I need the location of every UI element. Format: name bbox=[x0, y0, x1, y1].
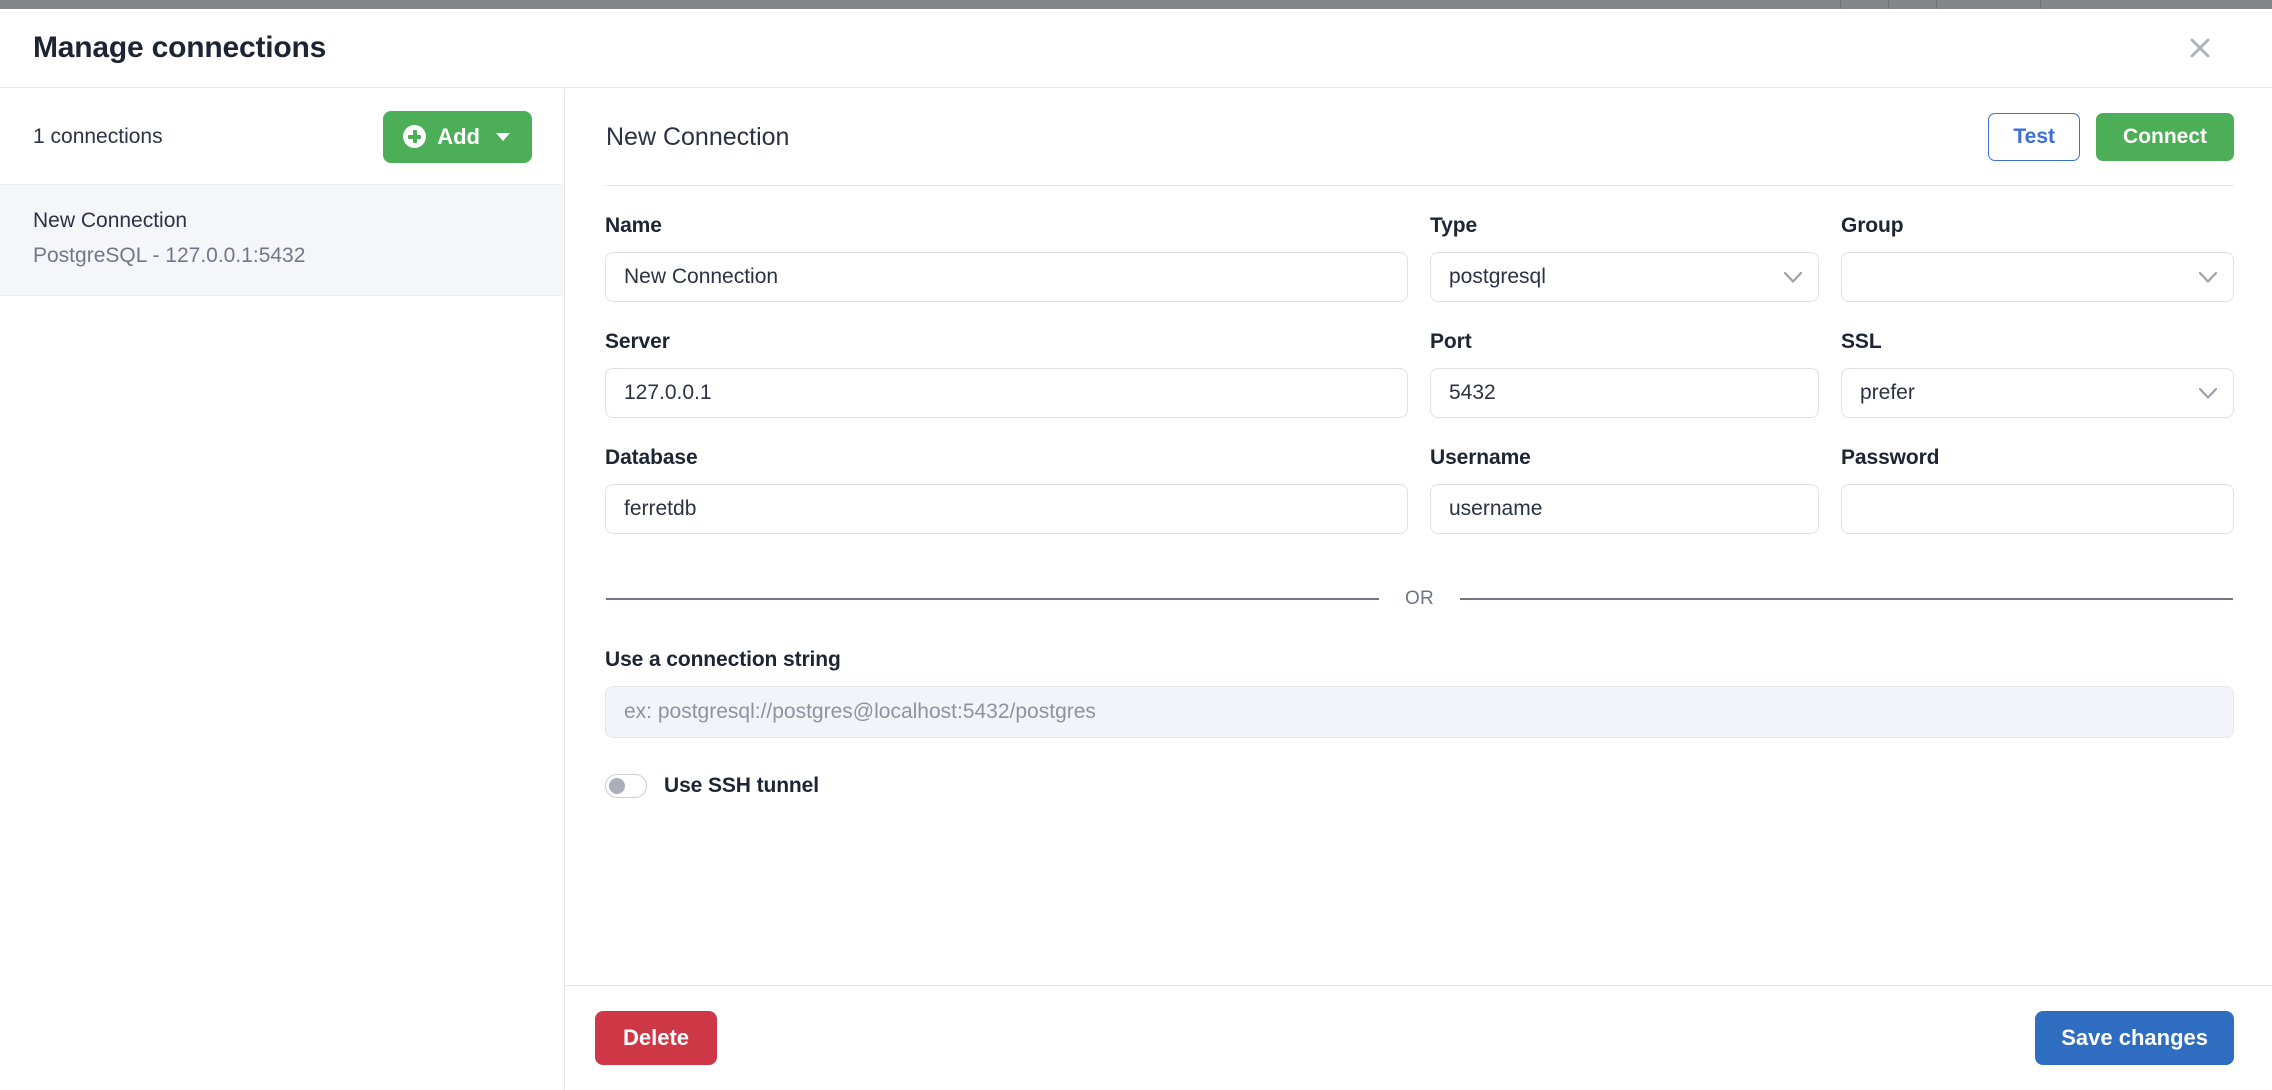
field-name: Name bbox=[605, 214, 1408, 302]
plus-circle-icon bbox=[403, 125, 426, 148]
database-input[interactable] bbox=[605, 484, 1408, 534]
caret-down-icon bbox=[496, 133, 510, 141]
connections-count: 1 connections bbox=[33, 125, 163, 149]
field-label-database: Database bbox=[605, 446, 1408, 470]
browser-chrome-strip bbox=[0, 0, 2272, 9]
field-label-ssl: SSL bbox=[1841, 330, 2234, 354]
field-server: Server bbox=[605, 330, 1408, 418]
close-icon[interactable] bbox=[2178, 26, 2222, 70]
field-label-type: Type bbox=[1430, 214, 1819, 238]
field-password: Password bbox=[1841, 446, 2234, 534]
connection-detail-panel: New Connection Test Connect Name Type bbox=[565, 89, 2272, 1090]
field-type: Type bbox=[1430, 214, 1819, 302]
detail-title: New Connection bbox=[606, 123, 789, 152]
field-username: Username bbox=[1430, 446, 1819, 534]
connection-string-input[interactable] bbox=[605, 686, 2234, 738]
connect-button[interactable]: Connect bbox=[2096, 113, 2234, 161]
sidebar-toolbar: 1 connections Add bbox=[0, 89, 564, 184]
chrome-seam bbox=[1840, 0, 1841, 9]
field-database: Database bbox=[605, 446, 1408, 534]
chrome-seam bbox=[2040, 0, 2041, 9]
detail-header: New Connection Test Connect bbox=[605, 89, 2234, 185]
add-button-label: Add bbox=[437, 124, 480, 150]
save-changes-button[interactable]: Save changes bbox=[2035, 1011, 2234, 1065]
delete-button[interactable]: Delete bbox=[595, 1011, 717, 1065]
detail-footer: Delete Save changes bbox=[565, 985, 2272, 1090]
field-ssl: SSL bbox=[1841, 330, 2234, 418]
field-label-server: Server bbox=[605, 330, 1408, 354]
manage-connections-modal: Manage connections 1 connections Add bbox=[0, 0, 2272, 1090]
toggle-knob bbox=[609, 778, 625, 794]
password-input[interactable] bbox=[1841, 484, 2234, 534]
ssh-tunnel-toggle[interactable] bbox=[605, 774, 647, 798]
page-title: Manage connections bbox=[33, 33, 326, 63]
add-connection-button[interactable]: Add bbox=[383, 111, 532, 163]
modal-header: Manage connections bbox=[0, 9, 2272, 88]
name-input[interactable] bbox=[605, 252, 1408, 302]
or-divider: OR bbox=[605, 588, 2234, 610]
divider-line-right bbox=[1460, 598, 2233, 600]
chrome-seam bbox=[1936, 0, 1937, 9]
test-button[interactable]: Test bbox=[1988, 113, 2080, 161]
connection-form-scroll: New Connection Test Connect Name Type bbox=[565, 89, 2272, 985]
field-group: Group bbox=[1841, 214, 2234, 302]
chrome-seam bbox=[1888, 0, 1889, 9]
form-row-1: Name Type bbox=[605, 214, 2234, 302]
server-input[interactable] bbox=[605, 368, 1408, 418]
header-divider bbox=[605, 185, 2234, 186]
group-select[interactable] bbox=[1841, 252, 2234, 302]
field-port: Port bbox=[1430, 330, 1819, 418]
modal-body: 1 connections Add New Connection Postgre… bbox=[0, 89, 2272, 1090]
ssh-tunnel-label: Use SSH tunnel bbox=[664, 774, 819, 798]
list-item[interactable]: New Connection PostgreSQL - 127.0.0.1:54… bbox=[0, 184, 564, 296]
connection-name: New Connection bbox=[33, 207, 531, 235]
username-input[interactable] bbox=[1430, 484, 1819, 534]
field-label-group: Group bbox=[1841, 214, 2234, 238]
port-input[interactable] bbox=[1430, 368, 1819, 418]
connection-subtitle: PostgreSQL - 127.0.0.1:5432 bbox=[33, 242, 531, 270]
ssh-tunnel-row: Use SSH tunnel bbox=[605, 774, 2234, 798]
field-label-port: Port bbox=[1430, 330, 1819, 354]
form-row-2: Server Port SSL bbox=[605, 330, 2234, 418]
group-select-wrap bbox=[1841, 252, 2234, 302]
ssl-select[interactable] bbox=[1841, 368, 2234, 418]
field-label-name: Name bbox=[605, 214, 1408, 238]
connection-string-label: Use a connection string bbox=[605, 648, 2234, 672]
field-label-username: Username bbox=[1430, 446, 1819, 470]
connections-sidebar: 1 connections Add New Connection Postgre… bbox=[0, 89, 565, 1090]
connections-list: New Connection PostgreSQL - 127.0.0.1:54… bbox=[0, 184, 564, 296]
form-row-3: Database Username Password bbox=[605, 446, 2234, 534]
ssl-select-wrap bbox=[1841, 368, 2234, 418]
type-select-wrap bbox=[1430, 252, 1819, 302]
or-label: OR bbox=[1379, 588, 1460, 610]
field-label-password: Password bbox=[1841, 446, 2234, 470]
divider-line-left bbox=[606, 598, 1379, 600]
type-select[interactable] bbox=[1430, 252, 1819, 302]
